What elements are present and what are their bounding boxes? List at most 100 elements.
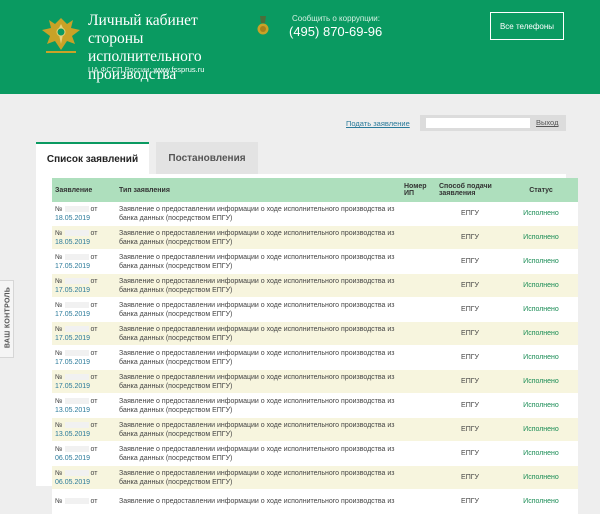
number-sign: № xyxy=(55,229,63,237)
application-cell[interactable]: № от xyxy=(52,489,116,514)
application-date[interactable]: 17.05.2019 xyxy=(55,286,113,295)
application-number: № от xyxy=(55,277,113,286)
from-label: от xyxy=(90,229,98,237)
table-row[interactable]: № от 17.05.2019 Заявление о предоставлении … xyxy=(52,321,578,346)
table-row[interactable]: № от Заявление о предоставлении информации… xyxy=(52,489,578,514)
column-header-channel[interactable]: Способ подачи заявления xyxy=(436,178,504,202)
status-cell: Исполнено xyxy=(504,321,578,346)
column-header-application[interactable]: Заявление xyxy=(52,178,116,202)
application-type-cell: Заявление о предоставлении информации о … xyxy=(116,417,401,442)
status-cell: Исполнено xyxy=(504,345,578,370)
application-cell[interactable]: № от 17.05.2019 xyxy=(52,273,116,298)
feedback-side-tab[interactable]: ВАШ КОНТРОЛЬ xyxy=(0,280,14,358)
application-type-cell: Заявление о предоставлении информации о … xyxy=(116,489,401,514)
all-phones-button[interactable]: Все телефоны xyxy=(490,12,564,40)
ip-number-cell xyxy=(401,489,436,514)
application-cell[interactable]: № от 06.05.2019 xyxy=(52,441,116,466)
corruption-phone[interactable]: (495) 870-69-96 xyxy=(289,24,382,39)
from-label: от xyxy=(90,277,98,285)
redacted-number xyxy=(64,397,89,404)
site-header: Личный кабинет стороны исполнительного п… xyxy=(0,0,600,94)
tab-applications[interactable]: Список заявлений xyxy=(36,142,149,174)
application-date[interactable]: 17.05.2019 xyxy=(55,382,113,391)
status-cell: Исполнено xyxy=(504,393,578,418)
application-type-cell: Заявление о предоставлении информации о … xyxy=(116,369,401,394)
application-number: № от xyxy=(55,325,113,334)
channel-cell: ЕПГУ xyxy=(436,249,504,274)
table-row[interactable]: № от 13.05.2019 Заявление о предоставлении … xyxy=(52,417,578,442)
table-row[interactable]: № от 06.05.2019 Заявление о предоставлении … xyxy=(52,441,578,466)
application-date[interactable]: 18.05.2019 xyxy=(55,214,113,223)
application-date[interactable]: 06.05.2019 xyxy=(55,454,113,463)
ip-number-cell xyxy=(401,202,436,226)
application-number: № от xyxy=(55,229,113,238)
status-cell: Исполнено xyxy=(504,202,578,226)
application-date[interactable]: 17.05.2019 xyxy=(55,334,113,343)
channel-cell: ЕПГУ xyxy=(436,489,504,514)
status-cell: Исполнено xyxy=(504,297,578,322)
application-type-cell: Заявление о предоставлении информации о … xyxy=(116,273,401,298)
from-label: от xyxy=(90,205,98,213)
logout-link[interactable]: Выход xyxy=(536,118,558,127)
application-date[interactable]: 06.05.2019 xyxy=(55,478,113,487)
column-header-ip-number[interactable]: Номер ИП xyxy=(401,178,436,202)
status-cell: Исполнено xyxy=(504,489,578,514)
ip-number-cell xyxy=(401,249,436,274)
from-label: от xyxy=(90,253,98,261)
status-cell: Исполнено xyxy=(504,441,578,466)
table-row[interactable]: № от 18.05.2019 Заявление о предоставлении … xyxy=(52,225,578,250)
application-cell[interactable]: № от 17.05.2019 xyxy=(52,321,116,346)
application-date[interactable]: 13.05.2019 xyxy=(55,406,113,415)
status-cell: Исполнено xyxy=(504,369,578,394)
redacted-number xyxy=(64,253,89,260)
application-date[interactable]: 17.05.2019 xyxy=(55,310,113,319)
number-sign: № xyxy=(55,445,63,453)
from-label: от xyxy=(90,301,98,309)
from-label: от xyxy=(90,421,98,429)
application-type-cell: Заявление о предоставлении информации о … xyxy=(116,202,401,226)
table-row[interactable]: № от 17.05.2019 Заявление о предоставлении … xyxy=(52,345,578,370)
application-cell[interactable]: № от 18.05.2019 xyxy=(52,202,116,226)
channel-cell: ЕПГУ xyxy=(436,273,504,298)
site-link[interactable]: www.fssprus.ru xyxy=(154,65,205,74)
ip-number-cell xyxy=(401,297,436,322)
medal-icon xyxy=(257,16,269,35)
table-row[interactable]: № от 17.05.2019 Заявление о предоставлении … xyxy=(52,369,578,394)
status-cell: Исполнено xyxy=(504,273,578,298)
ip-number-cell xyxy=(401,393,436,418)
application-date[interactable]: 18.05.2019 xyxy=(55,238,113,247)
application-date[interactable]: 17.05.2019 xyxy=(55,262,113,271)
table-row[interactable]: № от 18.05.2019 Заявление о предоставлении … xyxy=(52,202,578,226)
application-cell[interactable]: № от 18.05.2019 xyxy=(52,225,116,250)
application-cell[interactable]: № от 17.05.2019 xyxy=(52,345,116,370)
table-row[interactable]: № от 17.05.2019 Заявление о предоставлении … xyxy=(52,249,578,274)
table-row[interactable]: № от 17.05.2019 Заявление о предоставлении … xyxy=(52,273,578,298)
feedback-side-tab-label: ВАШ КОНТРОЛЬ xyxy=(4,286,12,349)
application-cell[interactable]: № от 13.05.2019 xyxy=(52,393,116,418)
fssp-emblem-icon xyxy=(42,18,80,53)
application-date[interactable]: 13.05.2019 xyxy=(55,430,113,439)
application-cell[interactable]: № от 13.05.2019 xyxy=(52,417,116,442)
channel-cell: ЕПГУ xyxy=(436,393,504,418)
application-date[interactable]: 17.05.2019 xyxy=(55,358,113,367)
application-type-cell: Заявление о предоставлении информации о … xyxy=(116,345,401,370)
application-type-cell: Заявление о предоставлении информации о … xyxy=(116,249,401,274)
redacted-number xyxy=(64,421,89,428)
redacted-number xyxy=(64,277,89,284)
application-cell[interactable]: № от 17.05.2019 xyxy=(52,369,116,394)
redacted-number xyxy=(64,205,89,212)
column-header-status[interactable]: Статус xyxy=(504,178,578,202)
channel-cell: ЕПГУ xyxy=(436,369,504,394)
ip-number-cell xyxy=(401,321,436,346)
number-sign: № xyxy=(55,373,63,381)
table-row[interactable]: № от 17.05.2019 Заявление о предоставлении … xyxy=(52,297,578,322)
table-row[interactable]: № от 13.05.2019 Заявление о предоставлении … xyxy=(52,393,578,418)
redacted-number xyxy=(64,498,89,505)
from-label: от xyxy=(90,397,98,405)
submit-application-link[interactable]: Подать заявление xyxy=(346,119,410,128)
column-header-type[interactable]: Тип заявления xyxy=(116,178,401,202)
application-cell[interactable]: № от 17.05.2019 xyxy=(52,297,116,322)
application-cell[interactable]: № от 17.05.2019 xyxy=(52,249,116,274)
tab-resolutions[interactable]: Постановления xyxy=(156,142,258,174)
redacted-number xyxy=(64,229,89,236)
